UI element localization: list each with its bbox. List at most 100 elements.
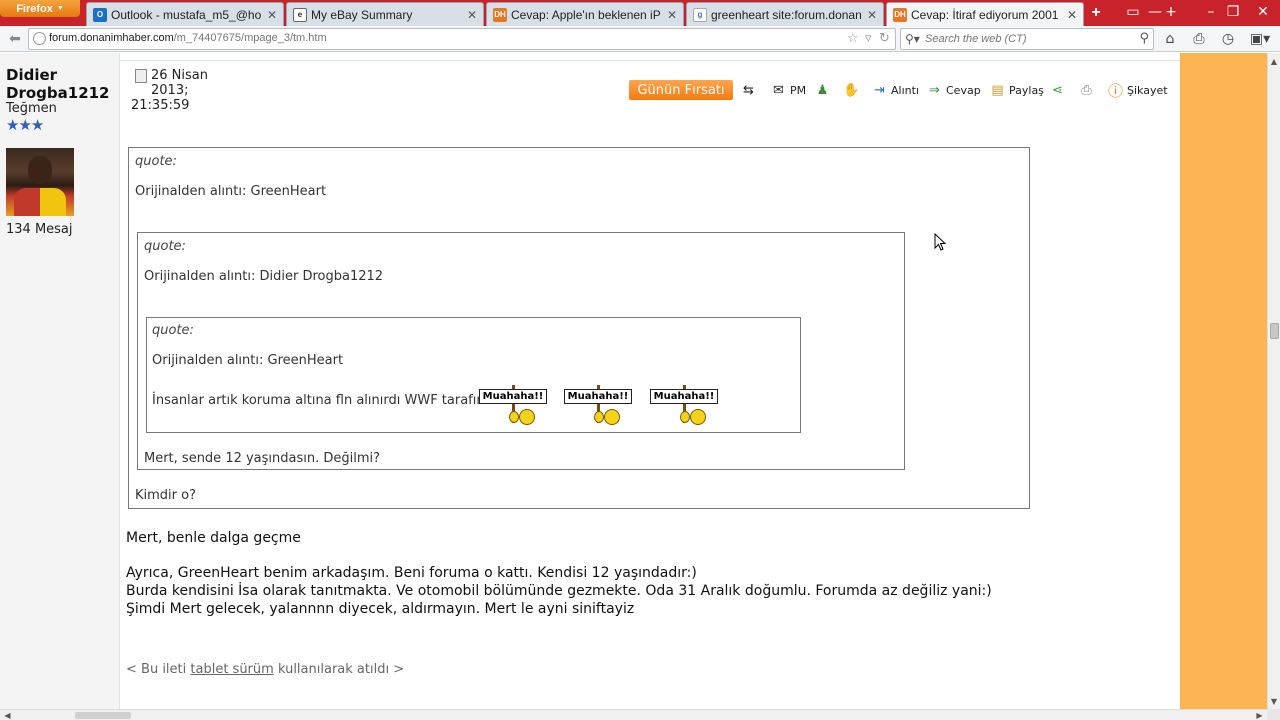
rank-stars-icon: ★★★ <box>6 116 44 134</box>
tab-apple-iphone[interactable]: DH Cevap: Apple'ın beklenen iPhone l... … <box>486 2 684 26</box>
address-bar[interactable]: forum.donanimhaber.com/m_74407675/mpage_… <box>28 28 896 50</box>
tab-google-search[interactable]: g greenheart site:forum.donanimha... ✕ <box>686 2 884 26</box>
username[interactable]: Didier Drogba1212 <box>6 66 116 102</box>
navigation-bar: ⬅ forum.donanimhaber.com/m_74407675/mpag… <box>0 26 1280 52</box>
url-domain: forum.donanimhaber.com <box>49 32 174 44</box>
bookmark-star-icon[interactable]: ☆ <box>847 31 859 46</box>
divider <box>120 53 1180 61</box>
print-icon[interactable]: ⎙ <box>1189 30 1209 48</box>
tab-bar: Firefox ▼ O Outlook - mustafa_m5_@hotmai… <box>0 0 1280 26</box>
stop-hand-icon: ✋ <box>843 82 860 98</box>
scrollbar-thumb[interactable] <box>75 712 131 719</box>
tab-title: Cevap: İtiraf ediyorum 2001 doğu... <box>911 7 1061 22</box>
window-close-icon[interactable]: ✕ <box>1252 0 1274 24</box>
dropdown-arrow-icon[interactable]: ▿ <box>865 31 872 46</box>
warning-icon: ⓘ <box>1107 81 1123 100</box>
report-label: Şikayet <box>1127 83 1168 97</box>
search-icon[interactable]: ⚲ <box>1139 31 1149 46</box>
quote-text: Mert, sende 12 yaşındasın. Değilmi? <box>144 451 381 466</box>
scroll-left-icon[interactable]: ◀ <box>2 710 13 720</box>
block-button[interactable]: ✋ <box>843 80 860 100</box>
google-icon: g <box>693 7 707 22</box>
history-icon[interactable]: ◷ <box>1218 30 1238 48</box>
menu-icon[interactable]: ▣▾ <box>1248 30 1272 48</box>
close-icon[interactable]: ✕ <box>267 8 277 22</box>
post-time: 21:35:59 <box>131 98 190 113</box>
url-text[interactable]: forum.donanimhaber.com/m_74407675/mpage_… <box>49 32 327 44</box>
tab-itiraf-active[interactable]: DH Cevap: İtiraf ediyorum 2001 doğu... ✕ <box>886 2 1084 26</box>
transfer-button[interactable]: ⇆ <box>740 80 757 100</box>
quote-label: quote: <box>135 154 177 169</box>
share-button[interactable]: ▤ Paylaş <box>989 80 1044 100</box>
tab-groups-icon[interactable]: ▭ <box>1122 0 1144 24</box>
scroll-down-icon[interactable]: ▼ <box>1268 695 1280 707</box>
window-restore-icon[interactable]: ❐ <box>1222 0 1244 24</box>
ebay-icon: e <box>293 7 307 22</box>
smiley-face <box>519 409 535 425</box>
quote-label: quote: <box>144 239 186 254</box>
tab-outlook[interactable]: O Outlook - mustafa_m5_@hotmail.c... ✕ <box>86 2 284 26</box>
transfer-icon: ⇆ <box>743 82 754 98</box>
print-button[interactable]: ⎙ <box>1078 80 1095 100</box>
quote-outer: quote: Orijinalden alıntı: GreenHeart qu… <box>128 147 1030 509</box>
outlook-icon: O <box>93 7 107 22</box>
add-user-icon: ♟ <box>816 82 829 98</box>
scrollbar-thumb[interactable] <box>1270 323 1279 339</box>
back-arrow-icon[interactable]: ⬅ <box>5 29 25 49</box>
quote-icon: ⇥ <box>874 82 885 98</box>
tab-title: greenheart site:forum.donanimha... <box>711 7 861 22</box>
quote-text: İnsanlar artık koruma altına fln alınırd… <box>152 393 510 408</box>
tablet-version-link[interactable]: tablet sürüm <box>190 662 273 677</box>
close-icon[interactable]: ✕ <box>867 8 877 22</box>
tab-ebay[interactable]: e My eBay Summary ✕ <box>286 2 484 26</box>
reload-icon[interactable]: ↻ <box>879 31 890 46</box>
search-input[interactable] <box>925 31 1130 47</box>
post-body-line: Şimdi Mert gelecek, yalannnn diyecek, al… <box>126 601 635 617</box>
tab-title: My eBay Summary <box>311 7 413 22</box>
donanimhaber-icon: DH <box>493 7 507 22</box>
search-engine-icon[interactable]: ⚲▾ <box>905 32 920 46</box>
avatar[interactable] <box>6 148 74 216</box>
search-bar[interactable]: ⚲▾ ⚲ <box>900 28 1154 50</box>
smiley-face <box>509 411 519 423</box>
firefox-menu-button[interactable]: Firefox ▼ <box>0 0 80 17</box>
quote-inner: quote: Orijinalden alıntı: GreenHeart İn… <box>146 317 801 433</box>
new-tab-button[interactable]: + <box>1085 3 1107 23</box>
globe-icon <box>33 32 46 45</box>
tab-title: Outlook - mustafa_m5_@hotmail.c... <box>111 7 261 22</box>
close-icon[interactable]: ✕ <box>467 8 477 22</box>
post-count: 134 Mesaj <box>6 222 73 237</box>
scroll-up-icon[interactable]: ▲ <box>1268 55 1280 67</box>
footer-suffix: kullanılarak atıldı > <box>277 662 405 677</box>
deal-of-day-button[interactable]: Günün Fırsatı <box>629 80 733 100</box>
close-icon[interactable]: ✕ <box>1067 8 1077 22</box>
quote-source: Orijinalden alıntı: GreenHeart <box>135 184 327 199</box>
window-minimize-icon[interactable]: – <box>1200 0 1222 24</box>
vertical-scrollbar[interactable]: ▲ ▼ <box>1267 53 1280 709</box>
report-button[interactable]: ⓘ Şikayet <box>1107 80 1168 100</box>
folder-icon: ▤ <box>991 82 1004 98</box>
scroll-right-icon[interactable]: ▶ <box>1254 710 1265 720</box>
smiley-face <box>690 409 706 425</box>
quote-middle: quote: Orijinalden alıntı: Didier Drogba… <box>137 232 905 470</box>
post-body-line: Mert, benle dalga geçme <box>126 530 301 546</box>
post-body-line: Ayrıca, GreenHeart benim arkadaşım. Beni… <box>126 565 697 581</box>
url-path: /m_74407675/mpage_3/tm.htm <box>173 32 327 44</box>
home-icon[interactable]: ⌂ <box>1160 30 1180 48</box>
smiley-face <box>680 411 690 423</box>
user-rank: Teğmen <box>6 101 57 116</box>
horizontal-scrollbar[interactable]: ◀ ▶ <box>0 709 1267 720</box>
quote-button[interactable]: ⇥ Alıntı <box>871 80 919 100</box>
smiley-face <box>604 409 620 425</box>
share-icon: ⋖ <box>1052 82 1063 98</box>
social-share-button[interactable]: ⋖ <box>1049 80 1066 100</box>
add-friend-button[interactable]: ♟ <box>814 80 831 100</box>
reply-button[interactable]: ⇒ Cevap <box>926 80 981 100</box>
chevron-down-icon: ▼ <box>56 5 64 12</box>
close-icon[interactable]: ✕ <box>667 8 677 22</box>
message-icon: ✉ <box>773 82 784 98</box>
pm-button[interactable]: ✉ PM <box>770 80 806 100</box>
quote-label: quote: <box>152 323 194 338</box>
add-icon[interactable]: + <box>1160 0 1182 24</box>
right-sidebar <box>1180 53 1267 709</box>
